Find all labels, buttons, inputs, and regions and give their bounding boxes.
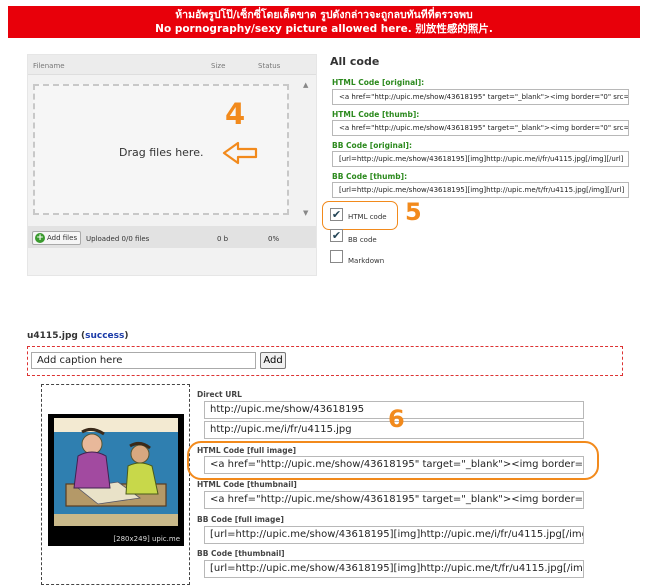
- step-4-marker: 4: [225, 97, 246, 131]
- html-original-label: HTML Code [original]:: [332, 78, 425, 87]
- plus-icon: +: [35, 233, 45, 243]
- html-original-field[interactable]: <a href="http://upic.me/show/43618195" t…: [332, 89, 629, 105]
- add-files-button[interactable]: + Add files: [32, 231, 81, 245]
- step-5-marker: 5: [405, 198, 422, 226]
- clipart-image: [54, 418, 178, 526]
- highlight-html-full: [187, 441, 599, 480]
- uploader-footer: + Add files Uploaded 0/0 files 0 b 0%: [28, 226, 316, 248]
- scroll-down-icon[interactable]: ▼: [303, 209, 308, 217]
- column-status: Status: [258, 62, 281, 70]
- bb-full-label: BB Code [full image]: [197, 515, 284, 524]
- file-title: u4115.jpg (success): [27, 331, 129, 341]
- html-thumb-label: HTML Code [thumb]:: [332, 110, 420, 119]
- thumbnail-image[interactable]: [280x249] upic.me: [48, 414, 184, 546]
- bb-full-field[interactable]: [url=http://upic.me/show/43618195][img]h…: [204, 526, 584, 544]
- markdown-option-label: Markdown: [348, 257, 385, 265]
- scroll-up-icon[interactable]: ▲: [303, 81, 308, 89]
- direct-url-label: Direct URL: [197, 390, 242, 399]
- check-icon: ✔: [331, 229, 342, 242]
- thumbnail-frame: [280x249] upic.me: [41, 384, 190, 585]
- html-thumb-label: HTML Code [thumbnail]: [197, 480, 297, 489]
- add-files-label: Add files: [47, 234, 78, 242]
- caption-input[interactable]: Add caption here: [31, 352, 256, 369]
- caption-area: Add caption here Add: [27, 346, 623, 376]
- html-thumb-field[interactable]: <a href="http://upic.me/show/43618195" t…: [204, 491, 584, 509]
- total-size: 0 b: [217, 235, 229, 243]
- uploaded-count: Uploaded 0/0 files: [86, 235, 150, 243]
- add-caption-button[interactable]: Add: [260, 352, 286, 369]
- all-code-title: All code: [330, 55, 380, 68]
- uploader-header: Filename Size Status: [28, 55, 316, 75]
- file-uploader: Filename Size Status Drag files here. 4 …: [27, 54, 317, 276]
- bb-thumb-field[interactable]: [url=http://upic.me/show/43618195][img]h…: [332, 182, 629, 198]
- column-filename: Filename: [33, 62, 65, 70]
- thumbnail-caption: [280x249] upic.me: [113, 535, 180, 543]
- bb-original-label: BB Code [original]:: [332, 141, 412, 150]
- bb-code-option-label: BB code: [348, 236, 377, 244]
- step-6-marker: 6: [388, 405, 405, 433]
- bb-thumb-field[interactable]: [url=http://upic.me/show/43618195][img]h…: [204, 560, 584, 578]
- bb-original-field[interactable]: [url=http://upic.me/show/43618195][img]h…: [332, 151, 629, 167]
- banner-english-text: No pornography/sexy picture allowed here…: [155, 23, 493, 35]
- banner-thai-text: ห้ามอัพรูปโป๊/เซ็กซี่โดยเด็ดขาด รูปดังกล…: [175, 9, 473, 21]
- html-code-option-label: HTML code: [348, 213, 387, 221]
- bb-thumb-label: BB Code [thumbnail]: [197, 549, 285, 558]
- check-icon: ✔: [331, 208, 342, 221]
- bb-thumb-label: BB Code [thumb]:: [332, 172, 408, 181]
- warning-banner: ห้ามอัพรูปโป๊/เซ็กซี่โดยเด็ดขาด รูปดังกล…: [8, 6, 640, 38]
- bb-code-checkbox[interactable]: ✔: [330, 229, 343, 242]
- markdown-checkbox[interactable]: [330, 250, 343, 263]
- file-status: success: [85, 331, 125, 341]
- arrow-left-icon: [222, 141, 258, 165]
- column-size: Size: [211, 62, 226, 70]
- file-name: u4115.jpg: [27, 331, 78, 341]
- html-code-checkbox[interactable]: ✔: [330, 208, 343, 221]
- total-percent: 0%: [268, 235, 280, 243]
- html-thumb-field[interactable]: <a href="http://upic.me/show/43618195" t…: [332, 120, 629, 136]
- uploader-scrollbar[interactable]: ▲ ▼: [300, 79, 312, 219]
